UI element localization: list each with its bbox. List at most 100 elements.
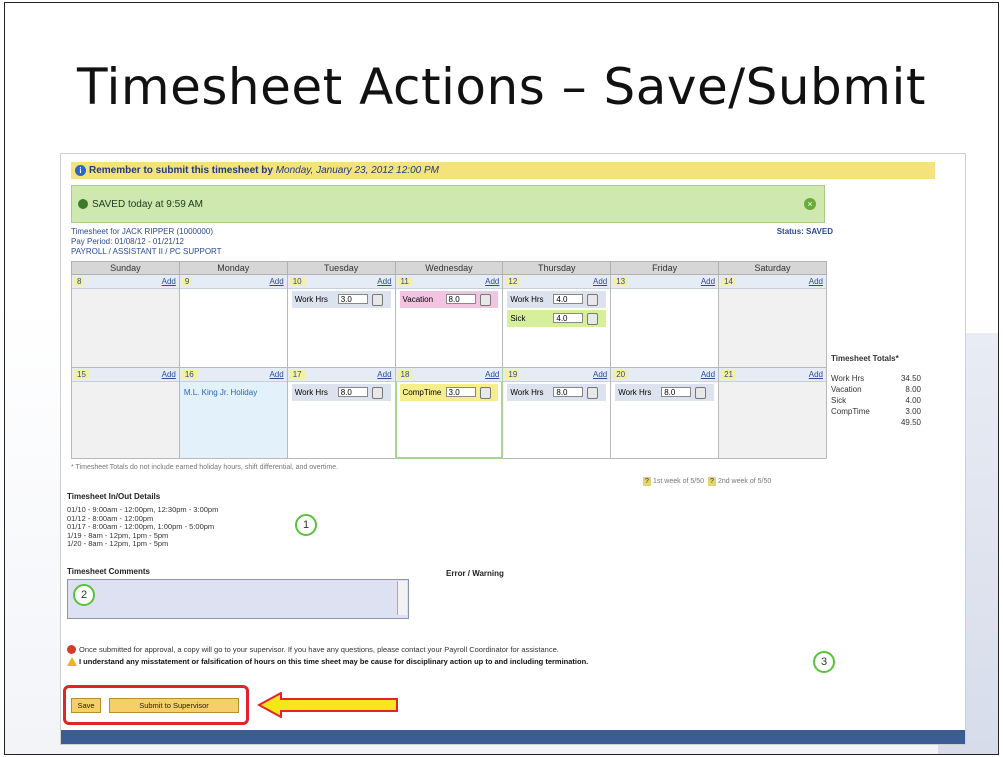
calendar-grid: Sunday Monday Tuesday Wednesday Thursday… [71,261,827,459]
hours-input[interactable]: 3.0 [445,387,476,397]
callout-2: 2 [73,584,95,606]
add-link[interactable]: Add [701,370,715,379]
department-line[interactable]: PAYROLL / ASSISTANT II / PC SUPPORT [71,247,222,257]
header-sunday: Sunday [71,261,180,275]
day-number: 21 [721,370,736,379]
pay-period-line[interactable]: Pay Period: 01/08/12 - 01/21/12 [71,237,222,247]
day-number: 15 [74,370,89,379]
header-thursday: Thursday [502,261,612,275]
day-cell[interactable]: 11 Add Vacation 8.0 [394,274,504,368]
add-link[interactable]: Add [809,370,823,379]
hours-input[interactable]: 8.0 [337,387,368,397]
hours-input[interactable]: 8.0 [553,387,584,397]
day-cell[interactable]: 19 Add Work Hrs 8.0 [502,367,612,459]
day-header: 19 Add [503,368,611,382]
delete-icon[interactable] [695,387,707,399]
totals-value: 3.00 [905,407,921,416]
delete-icon[interactable] [371,387,383,399]
delete-icon[interactable] [479,294,491,306]
day-cell[interactable]: 16 Add M.L. King Jr. Holiday [178,367,288,459]
delete-icon[interactable] [587,387,599,399]
header-tuesday: Tuesday [286,261,396,275]
day-number: 14 [721,277,736,286]
time-entry: Vacation 8.0 [399,291,499,308]
totals-row: 49.50 [831,417,921,428]
day-header: 15 Add [72,368,179,382]
week-key-first: 1st week of 5/50 [653,478,704,485]
delete-icon[interactable] [371,294,383,306]
add-link[interactable]: Add [269,370,283,379]
day-number: 17 [289,370,305,379]
totals-value: 8.00 [905,385,921,394]
day-header: 14 Add [719,275,826,289]
add-link[interactable]: Add [377,370,391,379]
entry-label: Work Hrs [294,295,328,304]
delete-icon[interactable] [587,313,599,325]
day-cell[interactable]: 18 Add CompTime 3.0 [394,367,504,459]
day-cell[interactable]: 10 Add Work Hrs 3.0 [286,274,396,368]
add-link[interactable]: Add [377,277,391,286]
close-icon[interactable]: × [804,198,816,210]
comments-textarea[interactable] [67,579,409,619]
day-cell[interactable]: 9 Add [178,274,288,368]
notice-text: Once submitted for approval, a copy will… [79,645,559,654]
day-header: 20 Add [611,368,719,382]
week-key-second: 2nd week of 5/50 [717,478,772,485]
slide: Timesheet Actions – Save/Submit i Rememb… [4,2,999,755]
delete-icon[interactable] [479,387,491,399]
hours-input[interactable]: 8.0 [445,294,476,304]
time-entry: Work Hrs 8.0 [615,384,715,401]
callout-3: 3 [813,651,835,673]
add-link[interactable]: Add [485,370,499,379]
attestation-notice: I understand any misstatement or falsifi… [67,657,588,666]
day-cell[interactable]: 8 Add [71,274,180,368]
day-header: 10 Add [287,275,395,289]
day-cell[interactable]: 14 Add [718,274,827,368]
totals-row: CompTime 3.00 [831,406,921,417]
add-link[interactable]: Add [269,277,283,286]
day-header: 21 Add [719,368,826,382]
add-link[interactable]: Add [162,370,176,379]
header-friday: Friday [610,261,720,275]
add-link[interactable]: Add [593,370,607,379]
attestation-text: I understand any misstatement or falsifi… [79,657,589,666]
save-button[interactable]: Save [71,698,101,713]
reminder-deadline: Monday, January 23, 2012 12:00 PM [275,165,439,176]
header-monday: Monday [178,261,288,275]
status-label: Status: SAVED [776,227,833,236]
day-cell[interactable]: 12 Add Work Hrs 4.0 Sick 4.0 [502,274,612,368]
hours-input[interactable]: 4.0 [553,294,584,304]
inout-heading: Timesheet In/Out Details [67,492,161,501]
timesheet-screenshot: i Remember to submit this timesheet by M… [60,153,966,745]
reminder-bar: i Remember to submit this timesheet by M… [71,162,935,179]
entry-label: Work Hrs [618,388,652,397]
day-cell[interactable]: 20 Add Work Hrs 8.0 [610,367,720,459]
help-icon[interactable]: ? [707,477,716,486]
add-link[interactable]: Add [162,277,176,286]
hours-input[interactable]: 3.0 [337,294,368,304]
add-link[interactable]: Add [809,277,823,286]
time-entry: Work Hrs 8.0 [507,384,607,401]
totals-label: Work Hrs [831,374,865,383]
entry-label: CompTime [402,388,442,397]
scrollbar[interactable] [397,581,407,615]
hours-input[interactable]: 8.0 [661,387,692,397]
hours-input[interactable]: 4.0 [553,313,584,323]
day-header: 16 Add [179,368,287,382]
info-icon: i [75,165,86,176]
add-link[interactable]: Add [593,277,607,286]
add-link[interactable]: Add [485,277,499,286]
day-number: 10 [289,277,305,286]
submit-to-supervisor-button[interactable]: Submit to Supervisor [109,698,239,713]
day-cell[interactable]: 17 Add Work Hrs 8.0 [286,367,396,459]
error-warning-label: Error / Warning [446,569,504,578]
employee-line[interactable]: Timesheet for JACK RIPPER (1000000) [71,227,222,237]
day-cell[interactable]: 13 Add [610,274,720,368]
day-cell[interactable]: 21 Add [718,367,827,459]
help-icon[interactable]: ? [643,477,651,486]
delete-icon[interactable] [587,294,599,306]
comments-heading: Timesheet Comments [67,567,150,576]
entry-label: Vacation [402,295,434,304]
add-link[interactable]: Add [701,277,715,286]
day-cell[interactable]: 15 Add [71,367,180,459]
